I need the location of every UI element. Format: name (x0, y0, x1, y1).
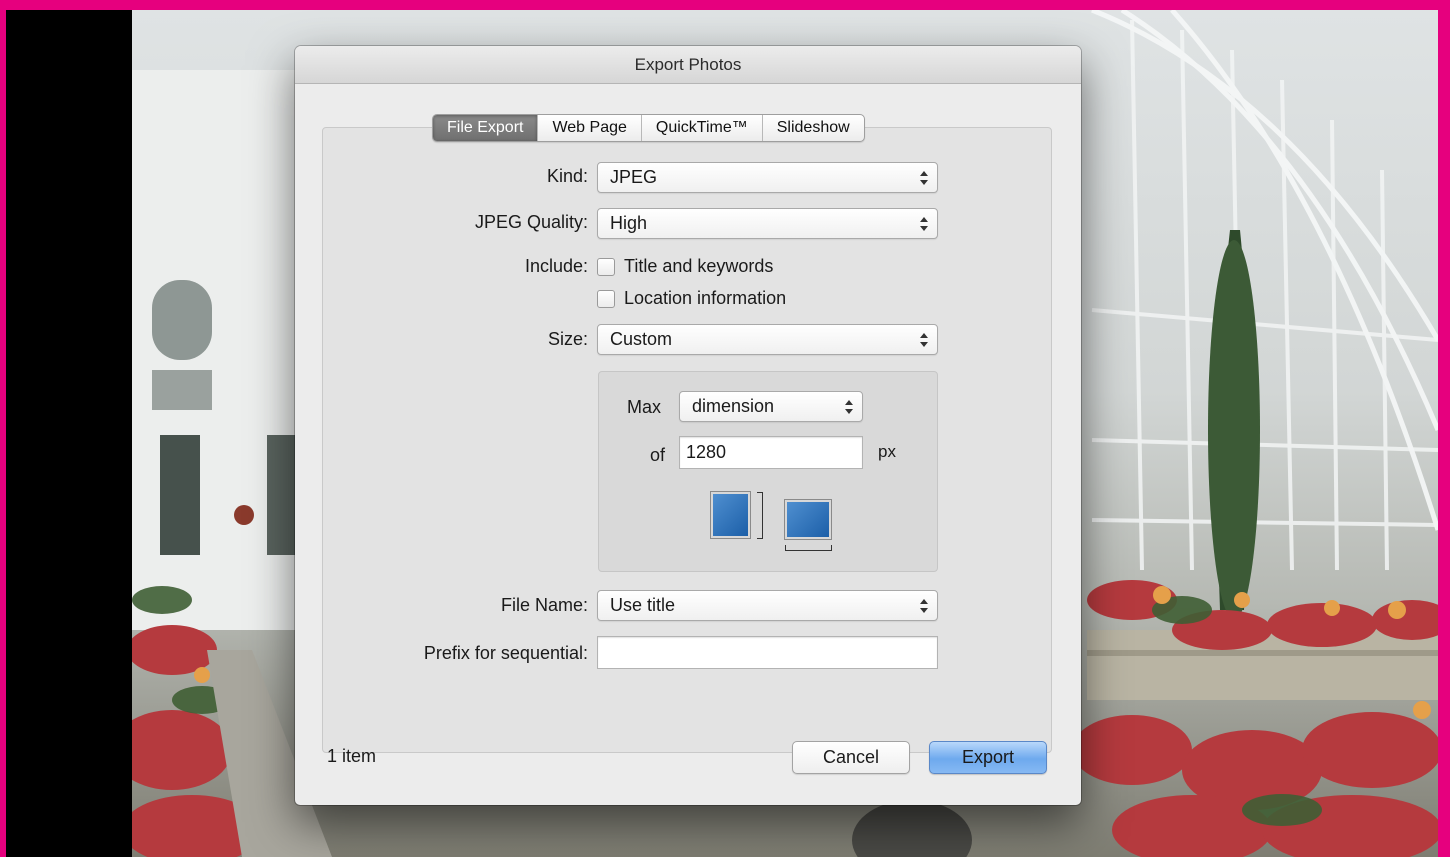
kind-value: JPEG (610, 167, 658, 187)
title-keywords-checkbox-row[interactable]: Title and keywords (597, 256, 773, 277)
px-unit-label: px (878, 442, 896, 461)
file-name-popup[interactable]: Use title (597, 590, 938, 621)
file-name-label: File Name: (500, 595, 588, 615)
kind-label: Kind: (546, 166, 588, 186)
kind-popup[interactable]: JPEG (597, 162, 938, 193)
export-photos-dialog: Export Photos File Export Web Page Quick… (295, 46, 1081, 805)
file-name-value: Use title (610, 595, 676, 615)
size-value: Custom (610, 329, 673, 349)
custom-size-box: Max dimension of 1280 px (598, 371, 938, 572)
export-button[interactable]: Export (929, 741, 1047, 774)
height-bracket-icon (757, 492, 763, 539)
width-bracket-icon (785, 545, 832, 551)
tab-slideshow[interactable]: Slideshow (761, 115, 864, 141)
max-dimension-popup[interactable]: dimension (679, 391, 863, 422)
prefix-input[interactable] (597, 636, 938, 669)
max-dimension-value: dimension (692, 396, 775, 416)
dimension-input[interactable]: 1280 (679, 436, 863, 469)
of-label: of (650, 445, 666, 465)
portrait-photo-icon (711, 492, 750, 538)
jpeg-quality-popup[interactable]: High (597, 208, 938, 239)
dialog-title: Export Photos (295, 46, 1081, 84)
title-keywords-label: Title and keywords (624, 256, 774, 276)
tab-file-export[interactable]: File Export (433, 115, 538, 141)
popup-arrows-icon (920, 333, 928, 347)
popup-arrows-icon (920, 217, 928, 231)
include-label: Include: (524, 256, 588, 276)
popup-arrows-icon (845, 400, 853, 414)
item-count: 1 item (327, 746, 377, 766)
location-info-checkbox[interactable] (597, 289, 615, 308)
size-label: Size: (547, 329, 588, 349)
location-info-label: Location information (624, 288, 787, 308)
jpeg-quality-value: High (610, 213, 648, 233)
cancel-button[interactable]: Cancel (792, 741, 910, 774)
tab-quicktime[interactable]: QuickTime™ (640, 115, 762, 141)
jpeg-quality-label: JPEG Quality: (474, 212, 588, 232)
export-tabs: File Export Web Page QuickTime™ Slidesho… (432, 114, 865, 142)
max-label: Max (627, 397, 662, 417)
location-info-checkbox-row[interactable]: Location information (597, 288, 786, 309)
popup-arrows-icon (920, 171, 928, 185)
landscape-photo-icon (785, 500, 831, 539)
left-black-bar (6, 10, 132, 857)
tab-web-page[interactable]: Web Page (537, 115, 640, 141)
popup-arrows-icon (920, 599, 928, 613)
title-keywords-checkbox[interactable] (597, 257, 615, 276)
size-popup[interactable]: Custom (597, 324, 938, 355)
prefix-label: Prefix for sequential: (423, 643, 588, 663)
